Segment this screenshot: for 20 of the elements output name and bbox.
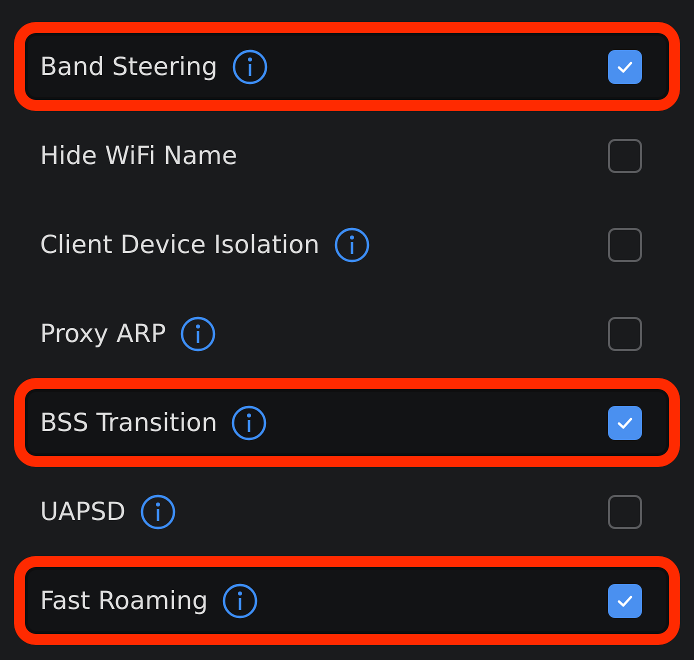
- info-icon[interactable]: [140, 494, 176, 530]
- info-icon[interactable]: [180, 316, 216, 352]
- setting-label: Client Device Isolation: [40, 230, 320, 259]
- info-icon[interactable]: [231, 404, 268, 440]
- setting-label: Proxy ARP: [40, 319, 166, 348]
- setting-label: UAPSD: [40, 497, 126, 526]
- checkbox[interactable]: [608, 494, 642, 528]
- setting-label: Band Steering: [40, 52, 218, 81]
- checkbox[interactable]: [608, 406, 642, 440]
- info-icon[interactable]: [334, 226, 370, 262]
- checkbox[interactable]: [608, 50, 642, 84]
- checkbox[interactable]: [608, 228, 642, 262]
- checkbox[interactable]: [608, 316, 642, 350]
- info-icon[interactable]: [232, 48, 268, 84]
- checkbox[interactable]: [608, 584, 642, 618]
- setting-label: Hide WiFi Name: [40, 141, 238, 170]
- setting-label: Fast Roaming: [40, 586, 208, 615]
- info-icon[interactable]: [222, 582, 258, 618]
- checkbox[interactable]: [608, 138, 642, 172]
- setting-label: BSS Transition: [40, 408, 218, 437]
